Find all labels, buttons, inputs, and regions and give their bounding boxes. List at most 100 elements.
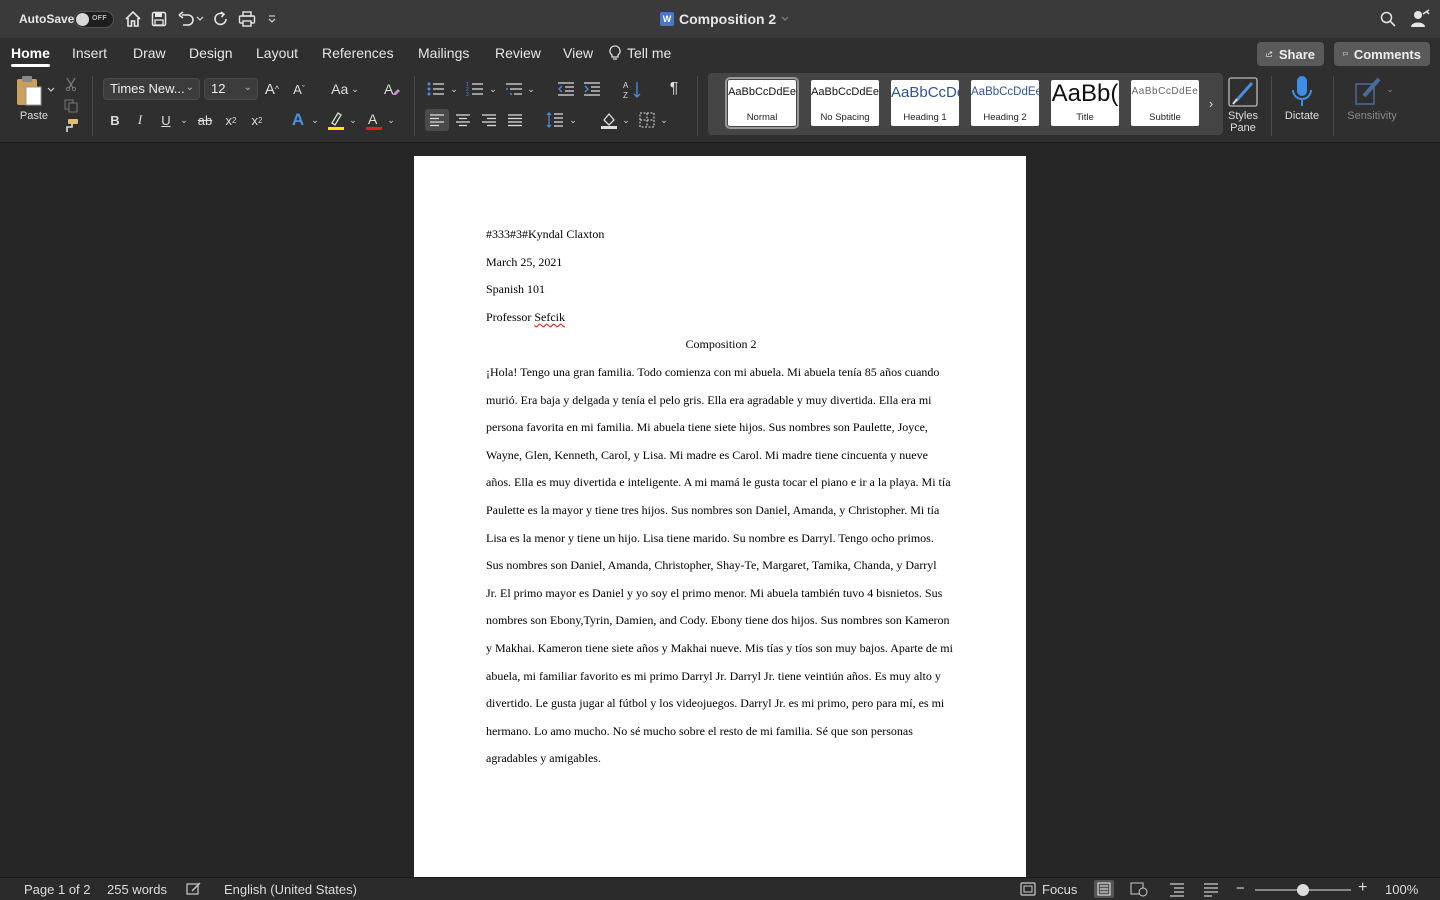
align-right-icon[interactable] xyxy=(479,109,499,131)
language[interactable]: English (United States) xyxy=(224,882,357,897)
bold-icon[interactable]: B xyxy=(106,110,124,130)
home-icon[interactable] xyxy=(123,9,143,29)
chevron-down-icon[interactable]: ⌄ xyxy=(525,79,537,99)
zoom-out-icon[interactable]: − xyxy=(1236,880,1245,897)
customize-icon[interactable] xyxy=(262,9,282,29)
superscript-icon[interactable]: x2 xyxy=(248,110,266,130)
outline-icon[interactable] xyxy=(1168,881,1186,897)
style-subtitle[interactable]: AaBbCcDdEe Subtitle xyxy=(1131,80,1199,126)
page-count[interactable]: Page 1 of 2 xyxy=(24,882,91,897)
text-effects-icon[interactable]: A xyxy=(288,110,308,130)
tab-layout[interactable]: Layout xyxy=(256,45,298,61)
align-left-icon[interactable] xyxy=(425,109,449,131)
style-heading-1[interactable]: AaBbCcDc Heading 1 xyxy=(891,80,959,126)
document-title-heading: Composition 2 xyxy=(685,337,757,352)
change-case-icon[interactable]: Aa ⌄ xyxy=(328,78,362,100)
tab-references[interactable]: References xyxy=(322,45,394,61)
style-normal[interactable]: AaBbCcDdEe Normal xyxy=(725,77,799,129)
shrink-font-icon[interactable]: Aˇ xyxy=(289,78,309,100)
chevron-right-icon[interactable]: › xyxy=(1204,93,1218,113)
shading-icon[interactable] xyxy=(598,109,620,131)
format-painter-icon[interactable] xyxy=(62,117,80,135)
decrease-indent-icon[interactable] xyxy=(556,79,576,99)
underline-icon[interactable]: U xyxy=(157,110,175,130)
tab-insert[interactable]: Insert xyxy=(72,45,107,61)
document-title-text: Composition 2 xyxy=(679,11,777,27)
font-name-select[interactable]: Times New... ⌄ xyxy=(103,78,200,100)
chevron-down-icon[interactable]: ⌄ xyxy=(567,109,579,131)
tab-home[interactable]: Home xyxy=(11,45,50,67)
search-icon[interactable] xyxy=(1378,9,1398,29)
tab-design[interactable]: Design xyxy=(189,45,233,61)
comments-button[interactable]: Comments xyxy=(1334,42,1430,66)
draft-icon[interactable] xyxy=(1202,881,1220,897)
style-title[interactable]: AaBb( Title xyxy=(1051,80,1119,126)
numbering-icon[interactable]: 123 xyxy=(465,79,485,99)
paste-icon[interactable] xyxy=(14,74,44,108)
chevron-down-icon[interactable]: ⌄ xyxy=(385,110,397,130)
strikethrough-icon[interactable]: ab xyxy=(196,110,214,130)
proofing-icon[interactable] xyxy=(186,882,202,896)
document-title[interactable]: W Composition 2 xyxy=(660,11,789,27)
chevron-down-icon[interactable]: ⌄ xyxy=(178,110,190,130)
chevron-down-icon[interactable]: ⌄ xyxy=(347,110,359,130)
font-color-icon[interactable]: A xyxy=(364,110,384,132)
tab-review[interactable]: Review xyxy=(495,45,541,61)
zoom-level[interactable]: 100% xyxy=(1385,882,1418,897)
subscript-icon[interactable]: x2 xyxy=(222,110,240,130)
clear-formatting-icon[interactable]: A xyxy=(381,78,403,100)
word-count[interactable]: 255 words xyxy=(107,882,167,897)
chevron-down-icon[interactable]: ⌄ xyxy=(1384,82,1396,96)
microphone-icon[interactable] xyxy=(1288,74,1316,110)
italic-icon[interactable]: I xyxy=(131,110,149,130)
document-page[interactable]: #333#3#Kyndal Claxton March 25, 2021 Spa… xyxy=(414,156,1026,877)
style-heading-2[interactable]: AaBbCcDdEe Heading 2 xyxy=(971,80,1039,126)
focus-icon[interactable] xyxy=(1020,882,1036,896)
document-body[interactable]: #333#3#Kyndal Claxton March 25, 2021 Spa… xyxy=(486,226,956,778)
share-button[interactable]: Share xyxy=(1257,42,1324,66)
focus-label[interactable]: Focus xyxy=(1042,882,1077,897)
pilcrow-icon[interactable]: ¶ xyxy=(664,79,684,99)
paste-options-chevron-icon[interactable] xyxy=(45,84,57,96)
style-preview: AaBbCcDdEe xyxy=(971,86,1039,98)
sort-icon[interactable]: AZ xyxy=(622,79,644,101)
highlight-icon[interactable] xyxy=(326,110,346,132)
line-spacing-icon[interactable] xyxy=(545,109,565,131)
print-icon[interactable] xyxy=(237,9,257,29)
chevron-down-icon[interactable]: ⌄ xyxy=(309,110,321,130)
chevron-down-icon[interactable]: ⌄ xyxy=(448,79,460,99)
chevron-down-icon[interactable]: ⌄ xyxy=(620,109,632,131)
sensitivity-icon[interactable] xyxy=(1354,74,1384,108)
bullets-icon[interactable] xyxy=(426,79,446,99)
borders-icon[interactable] xyxy=(636,109,658,131)
paragraph-line: Lisa es la menor y tiene un hijo. Lisa t… xyxy=(486,530,934,545)
styles-pane-icon[interactable] xyxy=(1226,76,1260,108)
zoom-slider-thumb[interactable] xyxy=(1297,884,1309,896)
justify-icon[interactable] xyxy=(505,109,525,131)
tab-view[interactable]: View xyxy=(563,45,593,61)
save-icon[interactable] xyxy=(149,9,169,29)
tell-me[interactable]: Tell me xyxy=(609,45,671,61)
chevron-down-icon[interactable]: ⌄ xyxy=(487,79,499,99)
account-icon[interactable] xyxy=(1410,9,1430,29)
increase-indent-icon[interactable] xyxy=(582,79,602,99)
redo-icon[interactable] xyxy=(211,9,231,29)
web-layout-icon[interactable] xyxy=(1130,881,1148,897)
zoom-slider[interactable] xyxy=(1255,884,1351,896)
font-size-select[interactable]: 12 ⌄ xyxy=(204,78,258,100)
zoom-in-icon[interactable]: + xyxy=(1358,879,1367,897)
print-layout-icon[interactable] xyxy=(1094,880,1114,898)
grow-font-icon[interactable]: A ^ xyxy=(262,78,282,100)
style-no-spacing[interactable]: AaBbCcDdEe No Spacing xyxy=(811,80,879,126)
autosave-toggle[interactable]: OFF xyxy=(74,11,114,28)
cut-icon[interactable] xyxy=(62,75,80,93)
style-name: Subtitle xyxy=(1149,112,1181,123)
chevron-down-icon[interactable] xyxy=(193,9,207,29)
autosave-state: OFF xyxy=(92,15,107,22)
align-center-icon[interactable] xyxy=(453,109,473,131)
multilevel-list-icon[interactable] xyxy=(504,79,524,99)
copy-icon[interactable] xyxy=(62,97,80,115)
tab-mailings[interactable]: Mailings xyxy=(418,45,469,61)
tab-draw[interactable]: Draw xyxy=(133,45,166,61)
chevron-down-icon[interactable]: ⌄ xyxy=(658,109,670,131)
